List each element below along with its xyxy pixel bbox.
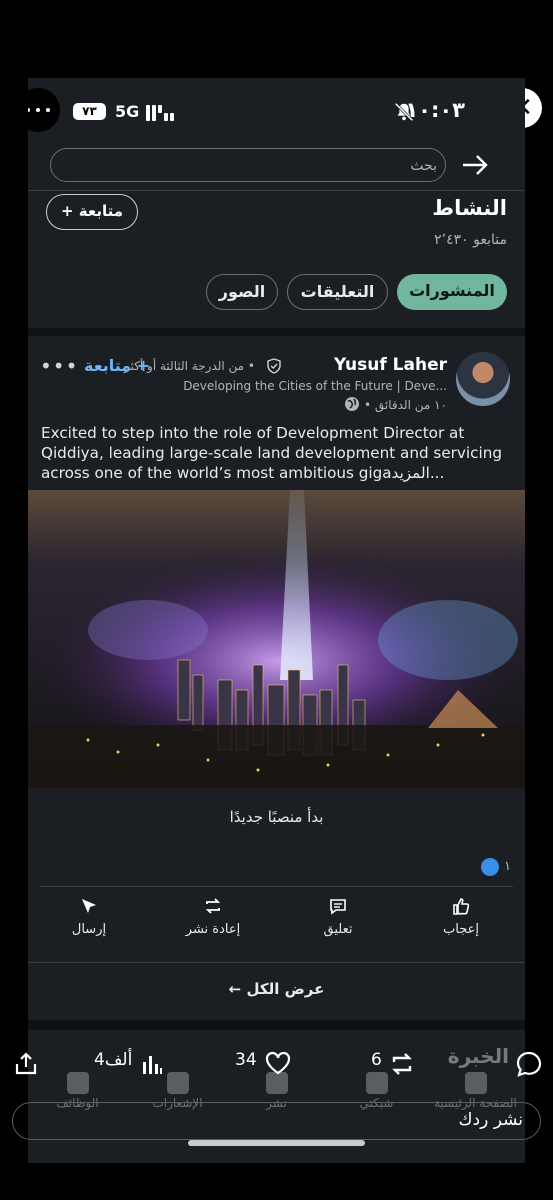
follow-label: متابعة <box>78 202 124 220</box>
plus-icon: + <box>60 202 74 220</box>
post-author[interactable]: Yusuf Laher <box>334 355 447 375</box>
like-label: إعجاب <box>443 922 479 937</box>
likes-count: 34 <box>235 1050 257 1070</box>
see-more-link[interactable]: المزيد... <box>392 464 445 482</box>
search-input[interactable] <box>50 148 446 182</box>
more-options-icon[interactable] <box>28 88 60 132</box>
comment-icon <box>330 899 346 915</box>
like-icon <box>453 898 470 915</box>
comments-count: 6 <box>371 1050 382 1070</box>
verified-icon <box>267 358 281 374</box>
divider <box>40 886 513 887</box>
send-button[interactable]: إرسال <box>44 896 134 937</box>
home-indicator[interactable] <box>188 1140 365 1146</box>
globe-icon <box>345 397 359 411</box>
post-time: ١٠ من الدقائق • <box>363 398 447 412</box>
like-button[interactable]: إعجاب <box>416 896 506 937</box>
followers-count: متابعو ٢٬٤٣٠ <box>434 232 507 248</box>
post-follow-label: متابعة <box>84 356 132 375</box>
like-reaction-icon[interactable] <box>481 858 499 876</box>
network-label: 5G <box>115 102 140 121</box>
heart-icon[interactable] <box>264 1050 292 1076</box>
arrow-left-icon: ← <box>228 980 242 998</box>
post-follow-button[interactable]: + متابعة <box>84 356 150 375</box>
experience-section-title: الخبرة <box>447 1044 509 1068</box>
divider <box>28 962 525 963</box>
repost-icon[interactable] <box>388 1051 416 1077</box>
divider <box>28 328 525 336</box>
reply-placeholder: نشر ردك <box>458 1110 523 1130</box>
divider <box>28 1020 525 1030</box>
divider <box>28 190 525 191</box>
follow-button[interactable]: متابعة + <box>46 194 138 230</box>
analytics-icon[interactable] <box>140 1052 164 1076</box>
clock: ١٠:٠٣ <box>405 98 465 122</box>
more-icon[interactable]: ••• <box>40 354 78 378</box>
show-all-link[interactable]: عرض الكل ← <box>28 980 525 998</box>
tab-photos[interactable]: الصور <box>206 274 278 310</box>
avatar[interactable] <box>456 352 510 406</box>
show-all-label: عرض الكل <box>246 980 325 998</box>
status-bar: ٧٣ 5G ١٠:٠٣ <box>28 78 525 148</box>
plus-icon: + <box>136 356 151 375</box>
reply-icon[interactable] <box>515 1050 543 1078</box>
network-icon <box>365 1072 388 1094</box>
home-icon <box>464 1072 487 1094</box>
bell-icon <box>166 1072 189 1094</box>
reactions-count[interactable]: ١ <box>504 859 511 874</box>
battery-icon: ٧٣ <box>73 103 106 120</box>
post-text[interactable]: Excited to step into the role of Develop… <box>41 423 513 483</box>
screenshot-frame: ٧٣ 5G ١٠:٠٣ بحث متابعة + النشاط متابعو ٢… <box>28 78 525 1163</box>
author-headline: Developing the Cities of the Future | De… <box>183 379 447 393</box>
repost-icon <box>205 898 221 914</box>
tab-comments[interactable]: التعليقات <box>287 274 388 310</box>
send-icon <box>82 899 96 913</box>
briefcase-icon <box>66 1072 89 1094</box>
search-placeholder: بحث <box>410 158 437 174</box>
comment-label: تعليق <box>323 922 353 937</box>
share-icon[interactable] <box>12 1050 40 1078</box>
send-label: إرسال <box>71 922 107 937</box>
comment-button[interactable]: تعليق <box>293 896 383 937</box>
section-title: النشاط <box>432 196 507 220</box>
post-image[interactable] <box>28 490 525 788</box>
back-arrow-icon[interactable] <box>458 150 492 180</box>
signal-icon <box>146 103 176 121</box>
post-caption: بدأ منصبًا جديدًا <box>229 808 324 826</box>
tab-posts[interactable]: المنشورات <box>397 274 507 310</box>
views-count: 4ألف <box>94 1050 133 1070</box>
repost-button[interactable]: إعادة نشر <box>168 896 258 937</box>
repost-label: إعادة نشر <box>185 922 241 937</box>
